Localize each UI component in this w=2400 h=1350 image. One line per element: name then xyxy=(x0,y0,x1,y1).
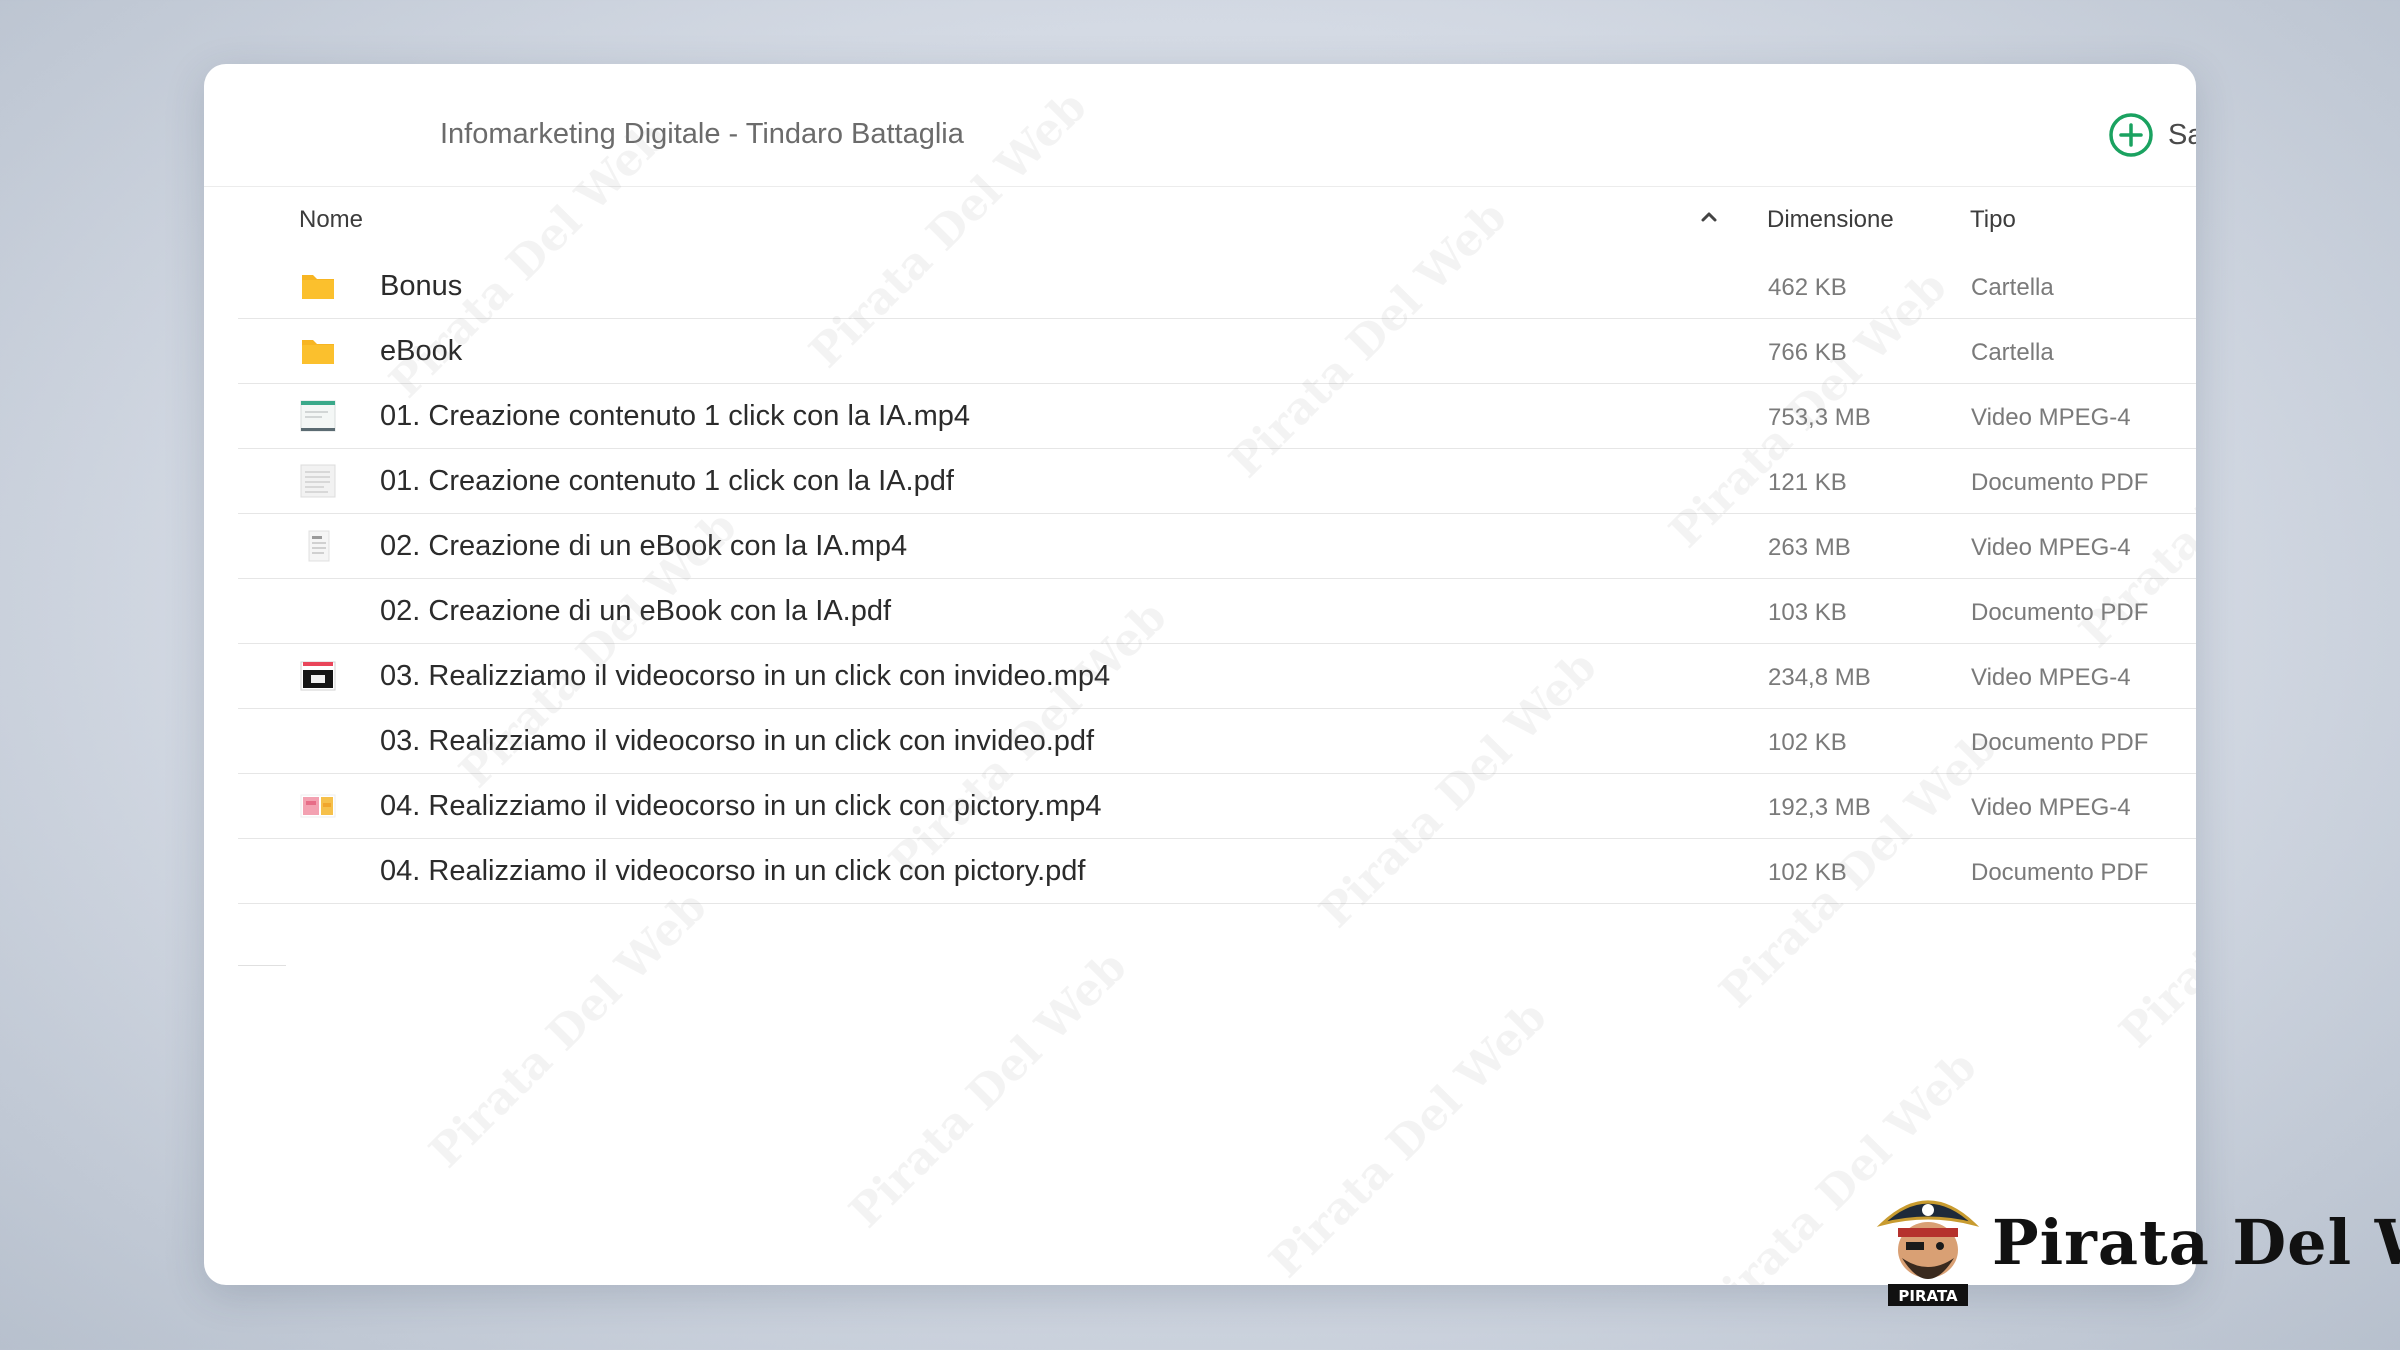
watermark: Pirata Del Web xyxy=(1259,991,1557,1285)
sort-ascending-icon[interactable] xyxy=(1696,204,1722,230)
column-type-header[interactable]: Tipo xyxy=(1970,206,2016,234)
video-thumbnail-icon xyxy=(308,530,330,562)
file-size: 102 KB xyxy=(1768,729,1847,756)
window-header: Infomarketing Digitale - Tindaro Battagl… xyxy=(204,64,2196,187)
save-button[interactable]: Sa xyxy=(2108,112,2196,158)
file-name: 02. Creazione di un eBook con la IA.pdf xyxy=(380,595,892,627)
file-name: 04. Realizziamo il videocorso in un clic… xyxy=(380,790,1102,822)
file-size: 102 KB xyxy=(1768,859,1847,886)
file-size: 121 KB xyxy=(1768,469,1847,496)
file-size: 753,3 MB xyxy=(1768,404,1871,431)
file-size: 263 MB xyxy=(1768,534,1851,561)
pirate-mascot-icon: PIRATA xyxy=(1876,1200,1980,1306)
file-row-01-mp4[interactable]: 01. Creazione contenuto 1 click con la I… xyxy=(238,384,2196,449)
file-row-03-mp4[interactable]: 03. Realizziamo il videocorso in un clic… xyxy=(238,644,2196,709)
video-thumbnail-icon xyxy=(300,661,336,691)
file-row-02-pdf[interactable]: 02. Creazione di un eBook con la IA.pdf … xyxy=(238,579,2196,644)
save-label: Sa xyxy=(2168,118,2196,151)
video-thumbnail-icon xyxy=(300,400,336,432)
file-browser-window: Infomarketing Digitale - Tindaro Battagl… xyxy=(204,64,2196,1285)
file-name: eBook xyxy=(380,335,463,367)
file-row-01-pdf[interactable]: 01. Creazione contenuto 1 click con la I… xyxy=(238,449,2196,514)
file-size: 234,8 MB xyxy=(1768,664,1871,691)
watermark: Pirata Del Web xyxy=(419,881,717,1178)
file-name: 02. Creazione di un eBook con la IA.mp4 xyxy=(380,530,908,562)
watermark: Pirata Del Web xyxy=(839,941,1137,1238)
column-size-header[interactable]: Dimensione xyxy=(1767,206,1894,234)
file-name: 03. Realizziamo il videocorso in un clic… xyxy=(380,725,1095,757)
file-type: Video MPEG-4 xyxy=(1971,664,2131,691)
logo-badge: PIRATA xyxy=(1898,1287,1958,1305)
divider xyxy=(238,965,286,966)
file-row-04-mp4[interactable]: 04. Realizziamo il videocorso in un clic… xyxy=(238,774,2196,839)
pdf-thumbnail-icon xyxy=(300,464,336,498)
file-type: Documento PDF xyxy=(1971,859,2149,886)
add-circle-icon xyxy=(2109,113,2153,157)
folder-icon xyxy=(302,340,334,364)
file-name: 01. Creazione contenuto 1 click con la I… xyxy=(380,400,970,432)
file-name: 04. Realizziamo il videocorso in un clic… xyxy=(380,855,1086,887)
file-size: 462 KB xyxy=(1768,274,1847,301)
file-list: Bonus 462 KB Cartella eBook 766 KB Carte… xyxy=(238,254,2196,904)
file-type: Video MPEG-4 xyxy=(1971,404,2131,431)
file-size: 103 KB xyxy=(1768,599,1847,626)
pirata-del-web-logo: PIRATA Pirata Del Web xyxy=(1876,1184,2400,1308)
logo-text: Pirata Del Web xyxy=(1992,1206,2400,1279)
file-row-02-mp4[interactable]: 02. Creazione di un eBook con la IA.mp4 … xyxy=(238,514,2196,579)
file-type: Video MPEG-4 xyxy=(1971,534,2131,561)
file-name: 01. Creazione contenuto 1 click con la I… xyxy=(380,465,954,497)
file-row-ebook[interactable]: eBook 766 KB Cartella xyxy=(238,319,2196,384)
file-name: 03. Realizziamo il videocorso in un clic… xyxy=(380,660,1111,692)
column-header-row: Nome Dimensione Tipo xyxy=(204,186,2196,252)
folder-icon xyxy=(302,275,334,299)
file-type: Cartella xyxy=(1971,274,2054,301)
file-type: Cartella xyxy=(1971,339,2054,366)
file-size: 192,3 MB xyxy=(1768,794,1871,821)
folder-title: Infomarketing Digitale - Tindaro Battagl… xyxy=(440,118,964,150)
file-type: Documento PDF xyxy=(1971,599,2149,626)
file-type: Video MPEG-4 xyxy=(1971,794,2131,821)
file-name: Bonus xyxy=(380,270,463,302)
column-name-header[interactable]: Nome xyxy=(299,206,363,234)
file-size: 766 KB xyxy=(1768,339,1847,366)
file-row-bonus[interactable]: Bonus 462 KB Cartella xyxy=(238,254,2196,319)
file-type: Documento PDF xyxy=(1971,729,2149,756)
video-thumbnail-icon xyxy=(300,794,336,818)
file-row-03-pdf[interactable]: 03. Realizziamo il videocorso in un clic… xyxy=(238,709,2196,774)
file-row-04-pdf[interactable]: 04. Realizziamo il videocorso in un clic… xyxy=(238,839,2196,904)
file-type: Documento PDF xyxy=(1971,469,2149,496)
